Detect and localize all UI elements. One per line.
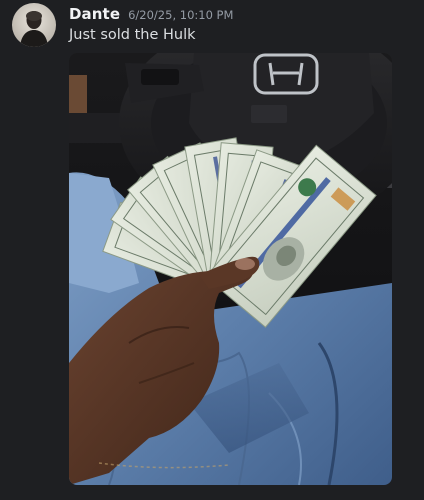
message-header: Dante 6/20/25, 10:10 PM <box>69 5 233 25</box>
attachment-photo <box>69 53 392 485</box>
message-timestamp[interactable]: 6/20/25, 10:10 PM <box>128 8 233 22</box>
chat-message: Dante 6/20/25, 10:10 PM Just sold the Hu… <box>0 0 424 500</box>
user-avatar[interactable] <box>12 3 56 47</box>
username[interactable]: Dante <box>69 5 120 23</box>
message-text: Just sold the Hulk <box>69 27 196 43</box>
avatar-image <box>12 3 56 47</box>
image-attachment[interactable] <box>69 53 392 485</box>
